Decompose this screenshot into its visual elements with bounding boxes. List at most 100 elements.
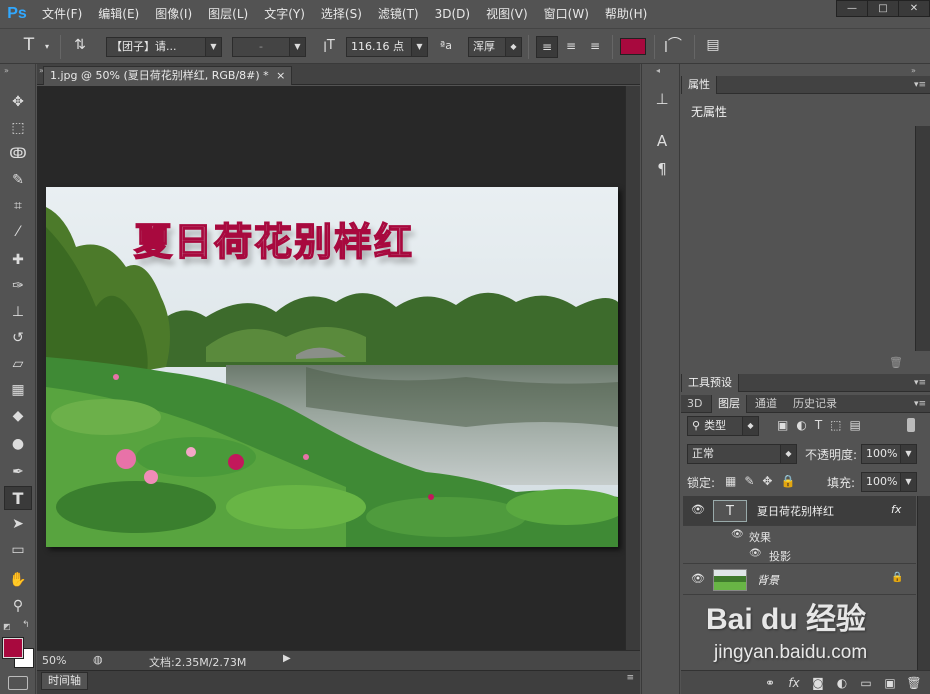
menu-select[interactable]: 选择(S) [313, 0, 370, 28]
brush-tool-icon[interactable]: ✑ [4, 274, 32, 298]
rectangle-tool-icon[interactable]: ▭ [4, 538, 32, 562]
status-expand-icon[interactable]: ▶ [283, 653, 291, 664]
healing-brush-tool-icon[interactable]: ✚ [4, 248, 32, 272]
right-dock-collapse-icon[interactable]: » [911, 66, 916, 75]
text-color-swatch[interactable] [620, 38, 646, 55]
history-brush-tool-icon[interactable]: ↺ [4, 326, 32, 350]
layer-name-background[interactable]: 背景 [757, 572, 779, 588]
menu-image[interactable]: 图像(I) [147, 0, 200, 28]
move-tool-icon[interactable]: ✥ [4, 90, 32, 114]
close-button[interactable]: ✕ [898, 0, 930, 17]
align-right-icon[interactable]: ≡ [584, 36, 606, 56]
path-selection-tool-icon[interactable]: ➤ [4, 512, 32, 536]
tab-layers[interactable]: 图层 [711, 395, 747, 413]
filter-adjustment-icon[interactable]: ◐ [796, 418, 806, 432]
antialias-select[interactable]: 浑厚 ◆ [468, 37, 522, 57]
timeline-menu-icon[interactable]: ≡ [626, 673, 634, 683]
collapse-icon[interactable]: » [4, 66, 9, 75]
fx-badge[interactable]: fx [891, 503, 901, 516]
gradient-tool-icon[interactable]: ▦ [4, 378, 32, 402]
eraser-tool-icon[interactable]: ▱ [4, 352, 32, 376]
menu-view[interactable]: 视图(V) [478, 0, 536, 28]
lasso-tool-icon[interactable]: ↂ [4, 142, 32, 166]
vertical-scrollbar[interactable] [625, 86, 640, 650]
layer-row-background[interactable]: 👁 背景 🔒 [683, 565, 916, 595]
marquee-tool-icon[interactable]: ⬚ [4, 116, 32, 140]
filter-type-icon[interactable]: T [815, 418, 822, 432]
swap-colors-icon[interactable]: ↰ [22, 620, 30, 630]
properties-trash-icon[interactable]: 🗑 [889, 356, 903, 369]
delete-layer-icon[interactable]: 🗑 [906, 676, 922, 690]
paragraph-icon[interactable]: ¶ [650, 158, 674, 180]
filter-smart-icon[interactable]: ▤ [850, 418, 861, 432]
lock-all-icon[interactable]: 🔒 [780, 474, 795, 488]
eyedropper-tool-icon[interactable]: ⁄ [4, 220, 32, 244]
overlay-title-text[interactable]: 夏日荷花别样红 [133, 211, 414, 266]
lock-position-icon[interactable]: ✥ [762, 474, 772, 488]
filter-toggle[interactable] [907, 418, 915, 432]
link-layers-icon[interactable]: ⚭ [762, 676, 778, 690]
font-size-select[interactable]: 116.16 点 ▼ [346, 37, 428, 57]
default-colors-icon[interactable]: ◩ [3, 622, 11, 631]
visibility-eye-icon[interactable]: 👁 [691, 504, 705, 516]
type-tool-icon[interactable]: T [4, 486, 32, 510]
lock-transparency-icon[interactable]: ▦ [725, 474, 736, 488]
hand-tool-icon[interactable]: ✋ [4, 568, 32, 592]
menu-edit[interactable]: 编辑(E) [90, 0, 147, 28]
drop-shadow-eye-icon[interactable]: 👁 [749, 548, 762, 559]
tab-3d[interactable]: 3D [681, 395, 708, 413]
properties-scrollbar[interactable] [915, 126, 930, 351]
menu-window[interactable]: 窗口(W) [536, 0, 597, 28]
type-tool-preset-icon[interactable]: T [18, 35, 40, 55]
effects-row[interactable]: 👁 效果 [683, 526, 916, 545]
tab-properties[interactable]: 属性 [681, 76, 717, 94]
add-style-icon[interactable]: fx [786, 676, 802, 690]
warp-text-icon[interactable]: ꞁ⌒ [662, 35, 684, 55]
pen-tool-icon[interactable]: ✒ [4, 460, 32, 484]
status-menu-icon[interactable]: ◍ [93, 653, 103, 666]
maximize-button[interactable]: □ [867, 0, 899, 17]
document-tab[interactable]: 1.jpg @ 50% (夏日荷花别样红, RGB/8#) * × [43, 66, 293, 85]
tool-presets-icon[interactable]: ⊥ [650, 88, 674, 110]
new-layer-icon[interactable]: ▣ [882, 676, 898, 690]
blend-mode-select[interactable]: 正常 ◆ [687, 444, 797, 464]
layer-row-text[interactable]: 👁 T 夏日荷花别样红 fx [683, 496, 916, 526]
font-family-select[interactable]: 【团子】请... ▼ [106, 37, 222, 57]
tab-history[interactable]: 历史记录 [787, 395, 843, 413]
close-tab-icon[interactable]: × [276, 69, 285, 82]
filter-pixel-icon[interactable]: ▣ [777, 418, 788, 432]
character-icon[interactable]: A [650, 130, 674, 152]
new-adjustment-icon[interactable]: ◐ [834, 676, 850, 690]
menu-type[interactable]: 文字(Y) [256, 0, 313, 28]
timeline-tab[interactable]: 时间轴 [41, 672, 88, 690]
menu-help[interactable]: 帮助(H) [597, 0, 655, 28]
effects-eye-icon[interactable]: 👁 [731, 529, 744, 540]
font-style-select[interactable]: - ▼ [232, 37, 306, 57]
layers-menu-icon[interactable]: ▾≡ [914, 395, 926, 413]
zoom-level[interactable]: 50% [42, 654, 66, 667]
toggle-orientation-icon[interactable]: ⇅ [68, 35, 92, 55]
menu-3d[interactable]: 3D(D) [427, 0, 478, 28]
new-group-icon[interactable]: ▭ [858, 676, 874, 690]
visibility-eye-icon[interactable]: 👁 [691, 573, 705, 585]
tab-tool-presets[interactable]: 工具预设 [681, 374, 739, 392]
document-canvas[interactable]: 夏日荷花别样红 夏日荷花别样红 [46, 187, 618, 547]
add-mask-icon[interactable]: ◙ [810, 676, 826, 690]
opacity-input[interactable]: 100% ▼ [861, 444, 917, 464]
crop-tool-icon[interactable]: ⌗ [4, 194, 32, 218]
foreground-color-swatch[interactable] [2, 637, 24, 659]
minimize-button[interactable]: — [836, 0, 868, 17]
zoom-tool-icon[interactable]: ⚲ [4, 594, 32, 618]
dodge-tool-icon[interactable]: ● [4, 432, 32, 456]
menu-file[interactable]: 文件(F) [34, 0, 90, 28]
lock-pixels-icon[interactable]: ✎ [744, 474, 754, 488]
tab-channels[interactable]: 通道 [749, 395, 783, 413]
quick-mask-icon[interactable] [8, 676, 28, 690]
drop-shadow-row[interactable]: 👁 投影 [683, 545, 916, 564]
align-left-icon[interactable]: ≡ [536, 36, 558, 58]
fill-input[interactable]: 100% ▼ [861, 472, 917, 492]
layers-scrollbar[interactable] [917, 496, 930, 670]
dock-collapse-icon[interactable]: ◂ [656, 66, 660, 75]
character-panel-icon[interactable]: ▤ [702, 35, 724, 55]
menu-layer[interactable]: 图层(L) [200, 0, 256, 28]
